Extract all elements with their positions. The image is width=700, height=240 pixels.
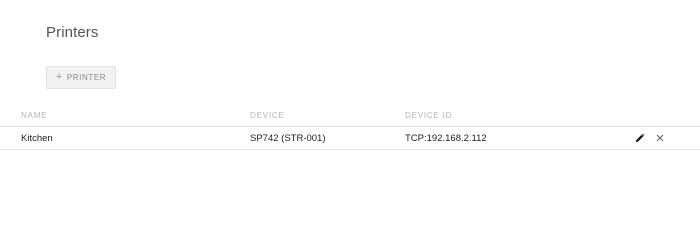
table-header: NAME DEVICE DEVICE ID: [0, 104, 700, 127]
table-row: Kitchen SP742 (STR-001) TCP:192.168.2.11…: [0, 127, 700, 150]
printers-table: NAME DEVICE DEVICE ID Kitchen SP742 (STR…: [0, 104, 700, 150]
printer-device: SP742 (STR-001): [250, 133, 326, 144]
printer-device-id: TCP:192.168.2.112: [405, 133, 487, 144]
row-actions: [633, 132, 666, 144]
header-device: DEVICE: [250, 111, 285, 120]
header-name: NAME: [21, 111, 48, 120]
add-printer-button[interactable]: + PRINTER: [46, 66, 116, 89]
printer-name: Kitchen: [21, 133, 53, 144]
plus-icon: +: [55, 71, 63, 83]
add-printer-label: PRINTER: [66, 73, 107, 82]
pencil-icon[interactable]: [633, 132, 645, 144]
header-device-id: DEVICE ID: [405, 111, 453, 120]
page-title: Printers: [46, 24, 99, 41]
close-icon[interactable]: [654, 132, 666, 144]
